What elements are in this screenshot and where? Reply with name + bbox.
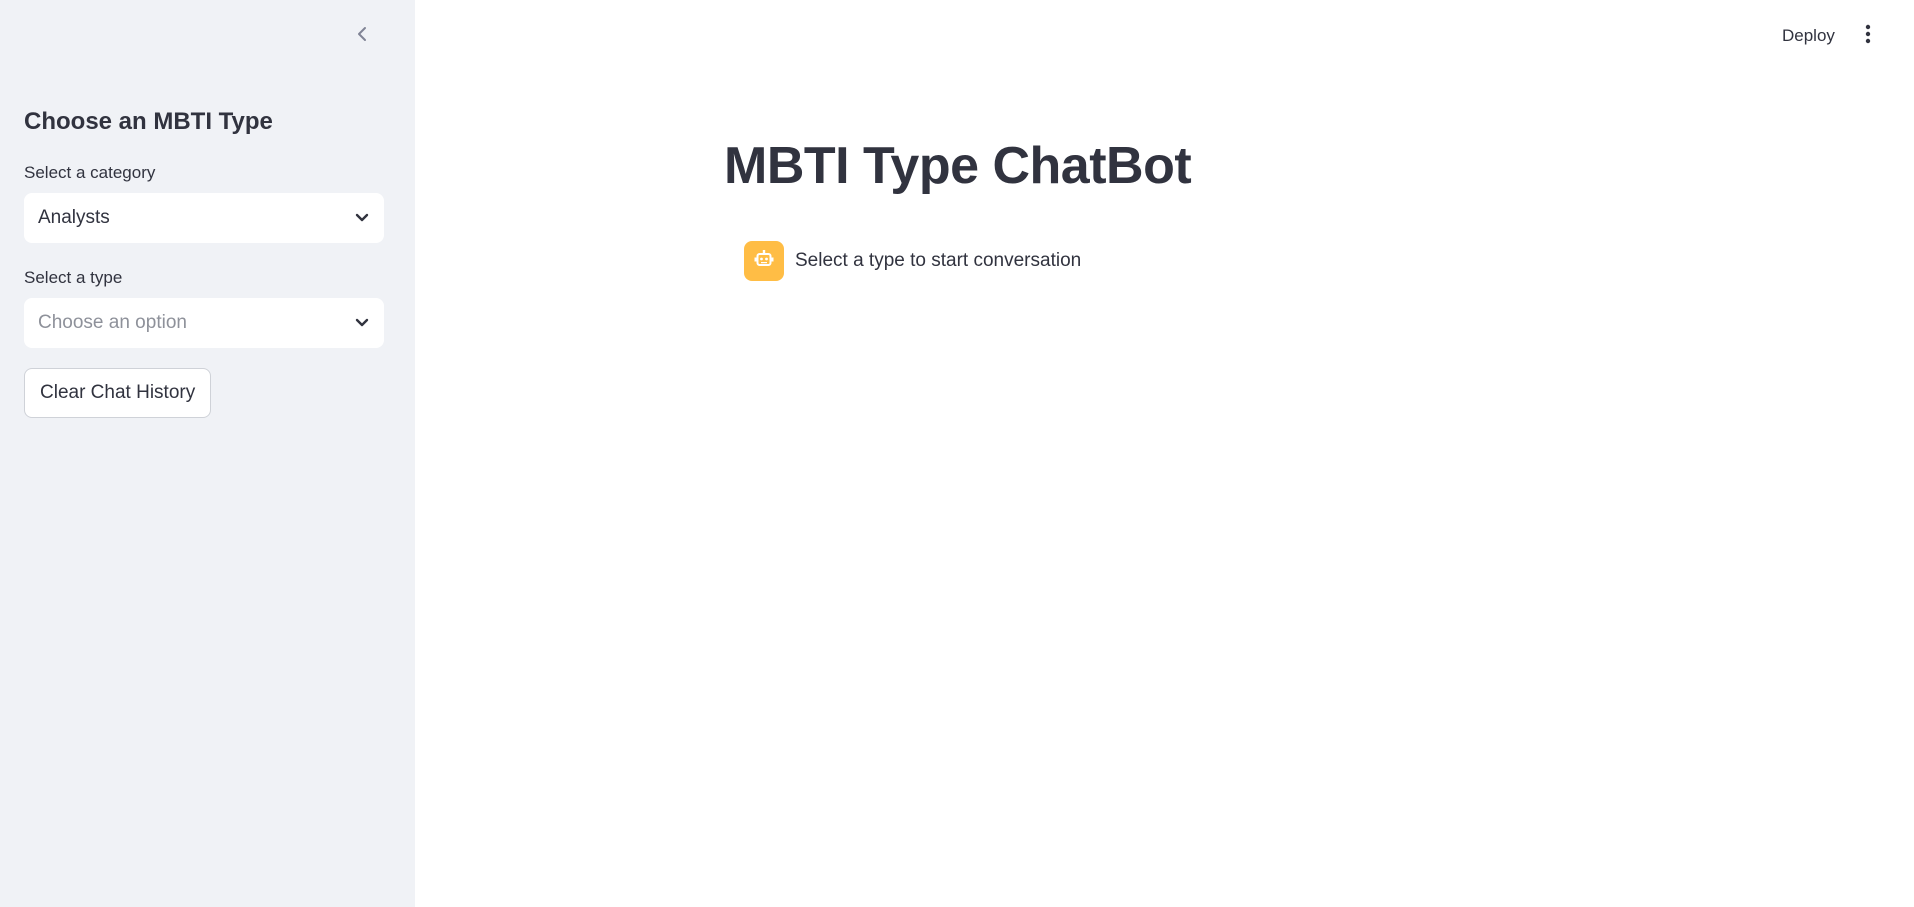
- type-select-placeholder: Choose an option: [38, 312, 187, 333]
- category-select[interactable]: Analysts: [24, 193, 384, 243]
- chevron-down-icon: [354, 315, 370, 331]
- clear-chat-history-button[interactable]: Clear Chat History: [24, 368, 212, 418]
- type-label: Select a type: [24, 268, 123, 287]
- deploy-button[interactable]: Deploy: [1772, 20, 1845, 52]
- chevron-down-icon: [354, 210, 370, 226]
- sidebar-heading: Choose an MBTI Type: [24, 108, 273, 135]
- app-root: Choose an MBTI Type Select a category An…: [0, 0, 1914, 907]
- main-menu-button[interactable]: [1856, 20, 1880, 52]
- robot-icon: [753, 248, 775, 275]
- page-title: MBTI Type ChatBot: [724, 137, 1192, 195]
- chevron-left-icon: [355, 26, 369, 47]
- chat-message: Select a type to start conversation: [744, 241, 1081, 281]
- category-select-value: Analysts: [38, 207, 110, 228]
- assistant-avatar: [744, 241, 784, 281]
- more-vertical-icon: [1865, 24, 1871, 49]
- chat-message-text: Select a type to start conversation: [795, 250, 1082, 271]
- type-select[interactable]: Choose an option: [24, 298, 384, 348]
- collapse-sidebar-button[interactable]: [348, 22, 376, 50]
- sidebar: Choose an MBTI Type Select a category An…: [0, 0, 415, 907]
- category-label: Select a category: [24, 163, 156, 182]
